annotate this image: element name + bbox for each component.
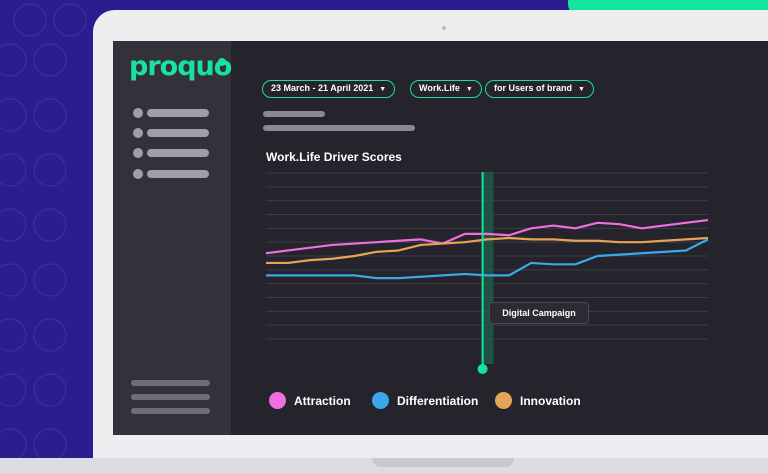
webcam-dot xyxy=(442,26,446,30)
laptop-base-notch xyxy=(372,458,514,467)
background-pattern xyxy=(0,3,87,462)
legend-dot-icon xyxy=(372,392,389,409)
legend-dot-icon xyxy=(495,392,512,409)
campaign-band xyxy=(482,172,494,364)
annotation-tooltip: Digital Campaign xyxy=(489,302,589,324)
driver-scores-chart xyxy=(265,172,709,374)
legend-label: Innovation xyxy=(520,394,581,408)
legend-label: Differentiation xyxy=(397,394,479,408)
legend-label: Attraction xyxy=(294,394,351,408)
app-screen: proquo 23 March - 21 April 2021 ▼ Work.Li… xyxy=(113,41,768,435)
campaign-marker-handle[interactable] xyxy=(477,364,488,374)
legend-dot-icon xyxy=(269,392,286,409)
